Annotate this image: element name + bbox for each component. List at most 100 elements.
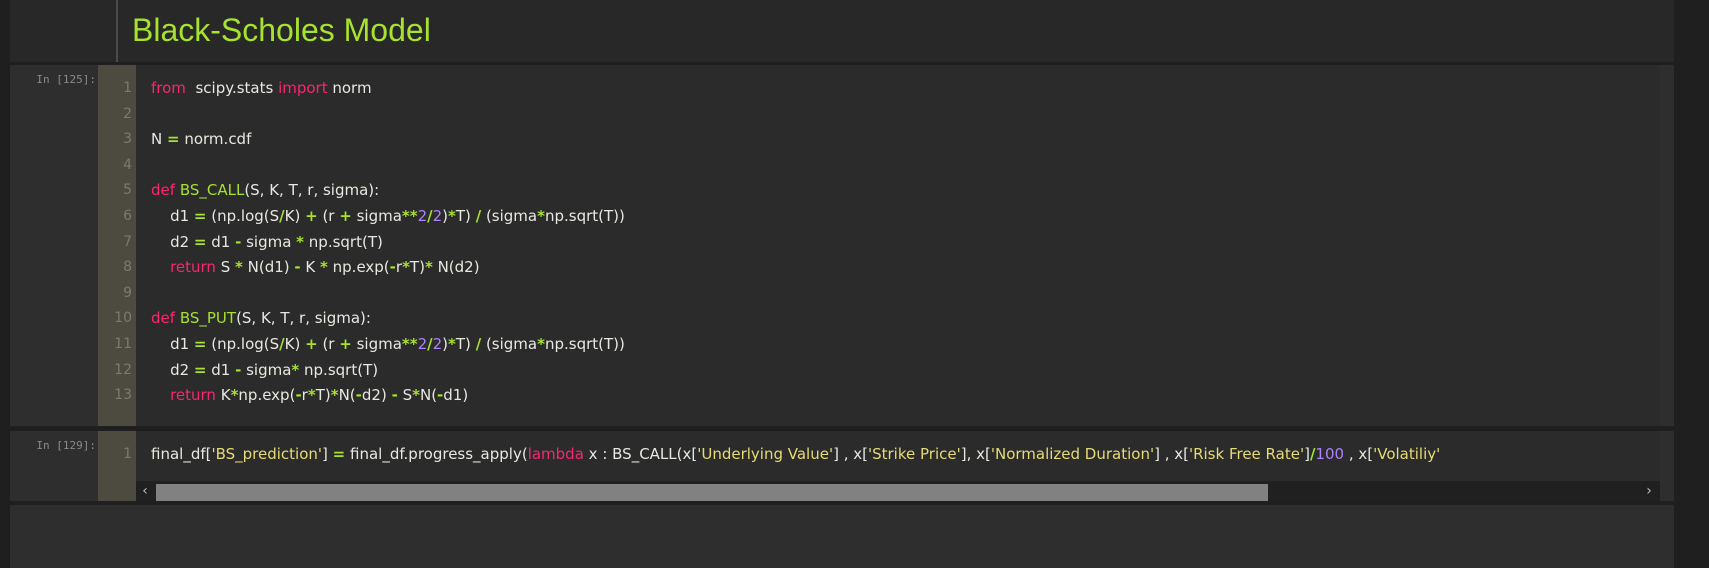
code-token: ** — [401, 335, 418, 353]
code-token: norm.cdf — [179, 130, 252, 149]
code-token: S — [215, 258, 236, 277]
line-number: 5 — [123, 182, 132, 199]
code-line[interactable]: d2 = d1 - sigma * np.sqrt(T) — [151, 228, 383, 256]
code-token: from — [151, 79, 186, 97]
code-token: def — [151, 181, 176, 200]
code-token: T) — [315, 386, 331, 405]
code-token: * — [402, 258, 410, 277]
code-token: * — [412, 386, 420, 405]
code-cell[interactable]: In [129]: 1 final_df['BS_prediction'] = … — [10, 431, 1674, 501]
line-number: 13 — [114, 387, 132, 404]
line-number: 4 — [123, 156, 132, 173]
code-token: (np.log(S — [206, 207, 280, 225]
code-token: * — [537, 335, 545, 353]
code-line[interactable]: d1 = (np.log(S/K) + (r + sigma**2/2)*T) … — [151, 330, 625, 358]
notebook: Black-Scholes Model In [125]: 1234567891… — [0, 0, 1709, 568]
code-token: K) — [284, 335, 306, 353]
code-token: BS_CALL — [179, 181, 245, 200]
code-line[interactable]: return S * N(d1) - K * np.exp(-r*T)* N(d… — [151, 253, 479, 281]
code-token: (np.log(S — [206, 335, 280, 353]
scroll-right-arrow-icon[interactable]: › — [1640, 482, 1658, 500]
code-token: + — [339, 335, 352, 353]
code-line[interactable]: def BS_PUT(S, K, T, r, sigma): — [151, 304, 371, 332]
code-line[interactable]: final_df['BS_prediction'] = final_df.pro… — [151, 440, 1440, 468]
code-token: d1) — [443, 386, 469, 405]
code-token: + — [305, 207, 318, 225]
code-token: = — [193, 335, 207, 353]
line-number: 9 — [123, 284, 132, 301]
code-token: ] , x[ — [833, 445, 868, 463]
code-token: = — [332, 445, 346, 463]
line-number: 6 — [123, 208, 132, 224]
code-token: * — [307, 386, 316, 405]
code-token: * — [320, 258, 328, 277]
code-token: T) — [455, 207, 476, 225]
code-token: (S, K, T, r, sigma): — [236, 309, 371, 328]
code-token: np.sqrt(T)) — [544, 335, 625, 353]
input-prompt: In [129]: — [36, 439, 96, 452]
code-token: sigma — [351, 207, 402, 225]
code-line[interactable]: from scipy.stats import norm — [151, 74, 372, 102]
horizontal-scrollbar[interactable]: ‹ › — [136, 481, 1660, 501]
code-token: 'Volatiliy' — [1373, 445, 1441, 463]
markdown-cell-border — [116, 0, 118, 62]
code-token: np.exp( — [327, 258, 390, 277]
line-number: 3 — [123, 131, 132, 148]
code-token: sigma — [351, 335, 402, 353]
code-token: + — [305, 335, 318, 353]
code-token: d1 — [151, 335, 194, 353]
code-token: * — [448, 207, 456, 225]
code-token: N( — [419, 386, 438, 405]
code-token: 'Normalized Duration' — [990, 445, 1155, 463]
code-cell[interactable]: In [125]: 1 2 3 4 5 6 7 8 9 10 11 12 13 from scipy.s… — [10, 65, 1674, 426]
code-token: * — [537, 207, 545, 225]
code-token: N( — [338, 386, 356, 405]
code-token: norm — [327, 79, 372, 97]
code-token: 2 — [417, 207, 428, 225]
next-cell-area — [10, 505, 1674, 568]
code-token: K) — [284, 207, 306, 225]
code-token: scipy.stats — [185, 79, 279, 97]
code-token: def — [151, 309, 176, 328]
code-token: d2 — [151, 232, 194, 251]
scrollbar-thumb[interactable] — [156, 484, 1268, 501]
code-token: * — [296, 232, 305, 251]
scroll-left-arrow-icon[interactable]: ‹ — [136, 482, 154, 500]
code-token: * — [330, 386, 339, 405]
code-token: 'Risk Free Rate' — [1188, 445, 1305, 463]
code-token: N(d1) — [242, 258, 295, 277]
code-token: BS_PUT — [179, 309, 237, 328]
code-token: = — [193, 207, 207, 225]
markdown-heading: Black-Scholes Model — [132, 12, 431, 48]
code-token: sigma — [241, 360, 292, 379]
code-token: (sigma — [481, 335, 538, 353]
code-line[interactable]: def BS_CALL(S, K, T, r, sigma): — [151, 176, 379, 204]
code-token: T) — [455, 335, 476, 353]
code-token: K — [215, 386, 231, 405]
markdown-cell[interactable]: Black-Scholes Model — [10, 0, 1674, 62]
line-number: 12 — [114, 361, 132, 378]
code-line[interactable]: return K*np.exp(-r*T)*N(-d2) - S*N(-d1) — [151, 381, 468, 409]
code-editor[interactable]: from scipy.stats import norm N = norm.cdf… — [136, 65, 1660, 426]
line-number: 1 — [123, 80, 132, 96]
code-token: * — [235, 258, 243, 277]
code-token: d1 — [206, 360, 236, 379]
code-line[interactable]: d2 = d1 - sigma* np.sqrt(T) — [151, 356, 378, 384]
code-editor[interactable]: final_df['BS_prediction'] = final_df.pro… — [136, 431, 1660, 481]
code-token: (sigma — [481, 207, 538, 225]
code-token: + — [339, 207, 352, 225]
code-token: 2 — [432, 335, 443, 353]
code-token: 2 — [417, 335, 428, 353]
code-token: S — [397, 386, 413, 405]
line-number-gutter: 1 — [98, 431, 136, 501]
code-token: 'BS_prediction' — [211, 445, 323, 463]
code-line[interactable]: d1 = (np.log(S/K) + (r + sigma**2/2)*T) … — [151, 202, 625, 230]
code-token: sigma — [241, 232, 297, 251]
code-token: = — [193, 360, 207, 379]
code-token: N — [151, 130, 167, 149]
code-line[interactable]: N = norm.cdf — [151, 125, 251, 153]
code-token: , x[ — [1344, 445, 1374, 463]
code-token: d2 — [151, 360, 194, 379]
